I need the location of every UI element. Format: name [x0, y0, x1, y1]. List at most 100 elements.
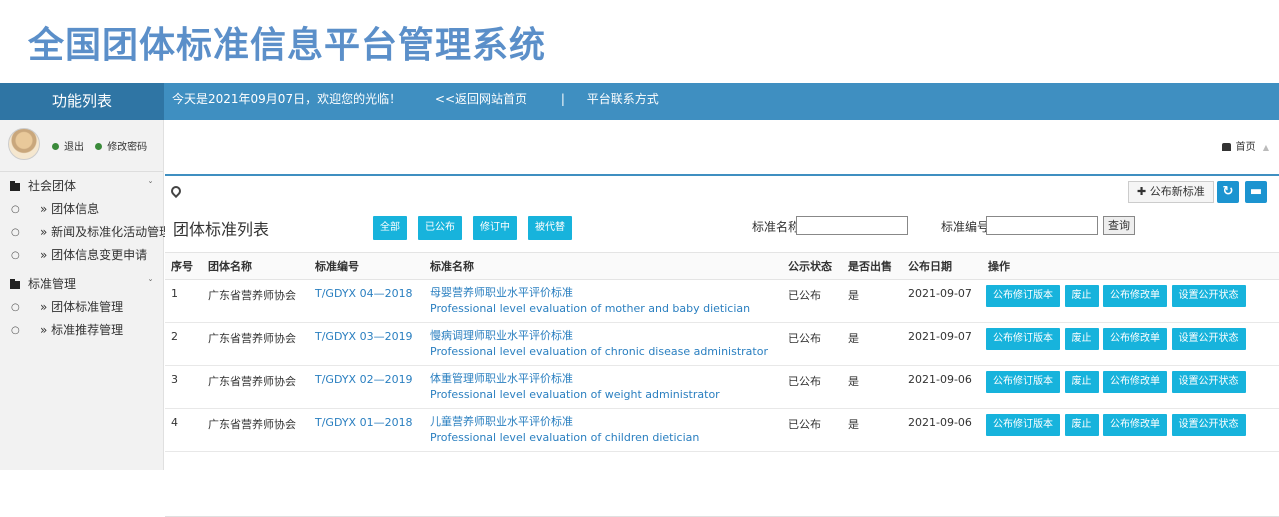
bullet-icon: ○ — [11, 325, 20, 336]
cell-no: 3 — [165, 365, 202, 409]
name-en[interactable]: Professional level evaluation of mother … — [430, 301, 782, 317]
chevron-down-icon[interactable]: ˇ — [148, 175, 153, 198]
chevron-down-icon[interactable]: ˇ — [148, 273, 153, 296]
folder-icon — [10, 181, 20, 191]
folder-icon — [10, 279, 20, 289]
change-password-link[interactable]: 修改密码 — [107, 142, 147, 153]
sidebar-item-news[interactable]: ○ » 新闻及标准化活动管理 — [0, 221, 171, 244]
cell-code[interactable]: T/GDYX 01—2018 — [309, 408, 424, 452]
set-visibility-button[interactable]: 设置公开状态 — [1171, 414, 1246, 436]
cell-status: 已公布 — [782, 365, 842, 409]
avatar — [8, 128, 40, 160]
cell-sale: 是 — [842, 408, 902, 452]
filter-all-button[interactable]: 全部 — [373, 216, 407, 240]
filter-revising-button[interactable]: 修订中 — [473, 216, 517, 240]
publish-amendment-button[interactable]: 公布修改单 — [1103, 414, 1167, 436]
cell-status: 已公布 — [782, 322, 842, 366]
name-cn[interactable]: 慢病调理师职业水平评价标准 — [430, 328, 782, 344]
dot-icon — [52, 143, 59, 150]
header-org: 团体名称 — [202, 252, 309, 280]
back-home-link[interactable]: <<返回网站首页 — [435, 92, 527, 106]
cell-ops: 公布修订版本 废止 公布修改单 设置公开状态 — [982, 322, 1279, 366]
name-filter-label: 标准名称 — [752, 220, 801, 234]
publish-amendment-button[interactable]: 公布修改单 — [1103, 285, 1167, 307]
cell-sale: 是 — [842, 322, 902, 366]
sidebar-item-org-change[interactable]: ○ » 团体信息变更申请 — [0, 244, 163, 267]
abolish-button[interactable]: 废止 — [1064, 328, 1099, 350]
cell-name[interactable]: 慢病调理师职业水平评价标准 Professional level evaluati… — [424, 322, 782, 366]
publish-revision-button[interactable]: 公布修订版本 — [986, 285, 1060, 307]
cell-org: 广东省营养师协会 — [202, 408, 309, 452]
name-filter-input[interactable] — [796, 216, 908, 235]
cell-name[interactable]: 母婴营养师职业水平评价标准 Professional level evaluati… — [424, 279, 782, 323]
set-visibility-button[interactable]: 设置公开状态 — [1171, 328, 1246, 350]
logout-link[interactable]: 退出 — [64, 142, 84, 153]
welcome-text: 今天是2021年09月07日，欢迎您的光临！ — [172, 92, 402, 106]
header-sale: 是否出售 — [842, 252, 902, 280]
cell-sale: 是 — [842, 279, 902, 323]
cell-name[interactable]: 体重管理师职业水平评价标准 Professional level evaluati… — [424, 365, 782, 409]
publish-new-standard-button[interactable]: ✚ 公布新标准 — [1128, 181, 1214, 203]
refresh-icon[interactable]: ↻ — [1217, 181, 1239, 203]
publish-revision-button[interactable]: 公布修订版本 — [986, 414, 1060, 436]
sidebar-group-label: 标准管理 — [28, 277, 77, 291]
bullet-icon: ○ — [11, 227, 20, 238]
table-row: 3 广东省营养师协会 T/GDYX 02—2019 体重管理师职业水平评价标准 P… — [165, 365, 1279, 409]
name-en[interactable]: Professional level evaluation of weight … — [430, 387, 782, 403]
sidebar-item-label: » 团体信息 — [40, 202, 100, 216]
abolish-button[interactable]: 废止 — [1064, 371, 1099, 393]
header-date: 公布日期 — [902, 252, 982, 280]
cell-ops: 公布修订版本 废止 公布修改单 设置公开状态 — [982, 279, 1279, 323]
table-row: 2 广东省营养师协会 T/GDYX 03—2019 慢病调理师职业水平评价标准 P… — [165, 322, 1279, 366]
sidebar-item-standard-mgmt[interactable]: ○ » 团体标准管理 — [0, 296, 163, 319]
abolish-button[interactable]: 废止 — [1064, 285, 1099, 307]
name-cn[interactable]: 母婴营养师职业水平评价标准 — [430, 285, 782, 301]
query-button[interactable]: 查询 — [1103, 216, 1135, 235]
sidebar-item-label: » 标准推荐管理 — [40, 323, 124, 337]
sidebar-item-org-info[interactable]: ○ » 团体信息 — [0, 198, 163, 221]
cell-code[interactable]: T/GDYX 02—2019 — [309, 365, 424, 409]
set-visibility-button[interactable]: 设置公开状态 — [1171, 285, 1246, 307]
header-name: 标准名称 — [424, 252, 782, 280]
cell-date: 2021-09-07 — [902, 279, 982, 323]
arrow-icon: ▲ — [1262, 143, 1269, 152]
standards-panel: ✚ 公布新标准 ↻ ▬ 团体标准列表 全部 已公布 修订中 被代替 标准名称 标… — [165, 174, 1279, 517]
cell-name[interactable]: 儿童营养师职业水平评价标准 Professional level evaluati… — [424, 408, 782, 452]
breadcrumb: 首页 ▲ — [1221, 138, 1269, 153]
sidebar-group-standards[interactable]: 标准管理 ˇ — [0, 273, 163, 296]
filter-published-button[interactable]: 已公布 — [418, 216, 462, 240]
cell-code[interactable]: T/GDYX 04—2018 — [309, 279, 424, 323]
contact-link[interactable]: 平台联系方式 — [587, 92, 659, 106]
abolish-button[interactable]: 废止 — [1064, 414, 1099, 436]
publish-revision-button[interactable]: 公布修订版本 — [986, 371, 1060, 393]
header-status: 公示状态 — [782, 252, 842, 280]
cell-no: 4 — [165, 408, 202, 452]
set-visibility-button[interactable]: 设置公开状态 — [1171, 371, 1246, 393]
cell-date: 2021-09-06 — [902, 408, 982, 452]
dot-icon — [95, 143, 103, 150]
list-title: 团体标准列表 — [173, 220, 270, 239]
name-cn[interactable]: 体重管理师职业水平评价标准 — [430, 371, 782, 387]
filter-replaced-button[interactable]: 被代替 — [528, 216, 572, 240]
table-header-row: 序号 团体名称 标准编号 标准名称 公示状态 是否出售 公布日期 操作 — [165, 252, 1279, 280]
publish-amendment-button[interactable]: 公布修改单 — [1103, 328, 1167, 350]
collapse-icon[interactable]: ▬ — [1245, 181, 1267, 203]
cell-org: 广东省营养师协会 — [202, 322, 309, 366]
name-en[interactable]: Professional level evaluation of chronic… — [430, 344, 782, 360]
table-row: 4 广东省营养师协会 T/GDYX 01—2018 儿童营养师职业水平评价标准 P… — [165, 408, 1279, 452]
sidebar-group-social-org[interactable]: 社会团体 ˇ — [0, 175, 163, 198]
name-cn[interactable]: 儿童营养师职业水平评价标准 — [430, 414, 782, 430]
bullet-icon: ○ — [11, 204, 20, 215]
standards-table: 序号 团体名称 标准编号 标准名称 公示状态 是否出售 公布日期 操作 1 广东… — [165, 252, 1279, 452]
header-no: 序号 — [165, 252, 202, 280]
header-ops: 操作 — [982, 252, 1279, 280]
cell-status: 已公布 — [782, 279, 842, 323]
name-en[interactable]: Professional level evaluation of childre… — [430, 430, 782, 446]
code-filter-input[interactable] — [986, 216, 1098, 235]
publish-revision-button[interactable]: 公布修订版本 — [986, 328, 1060, 350]
breadcrumb-home[interactable]: 首页 — [1236, 142, 1256, 153]
header-code: 标准编号 — [309, 252, 424, 280]
sidebar-item-recommend-mgmt[interactable]: ○ » 标准推荐管理 — [0, 319, 163, 342]
cell-code[interactable]: T/GDYX 03—2019 — [309, 322, 424, 366]
publish-amendment-button[interactable]: 公布修改单 — [1103, 371, 1167, 393]
